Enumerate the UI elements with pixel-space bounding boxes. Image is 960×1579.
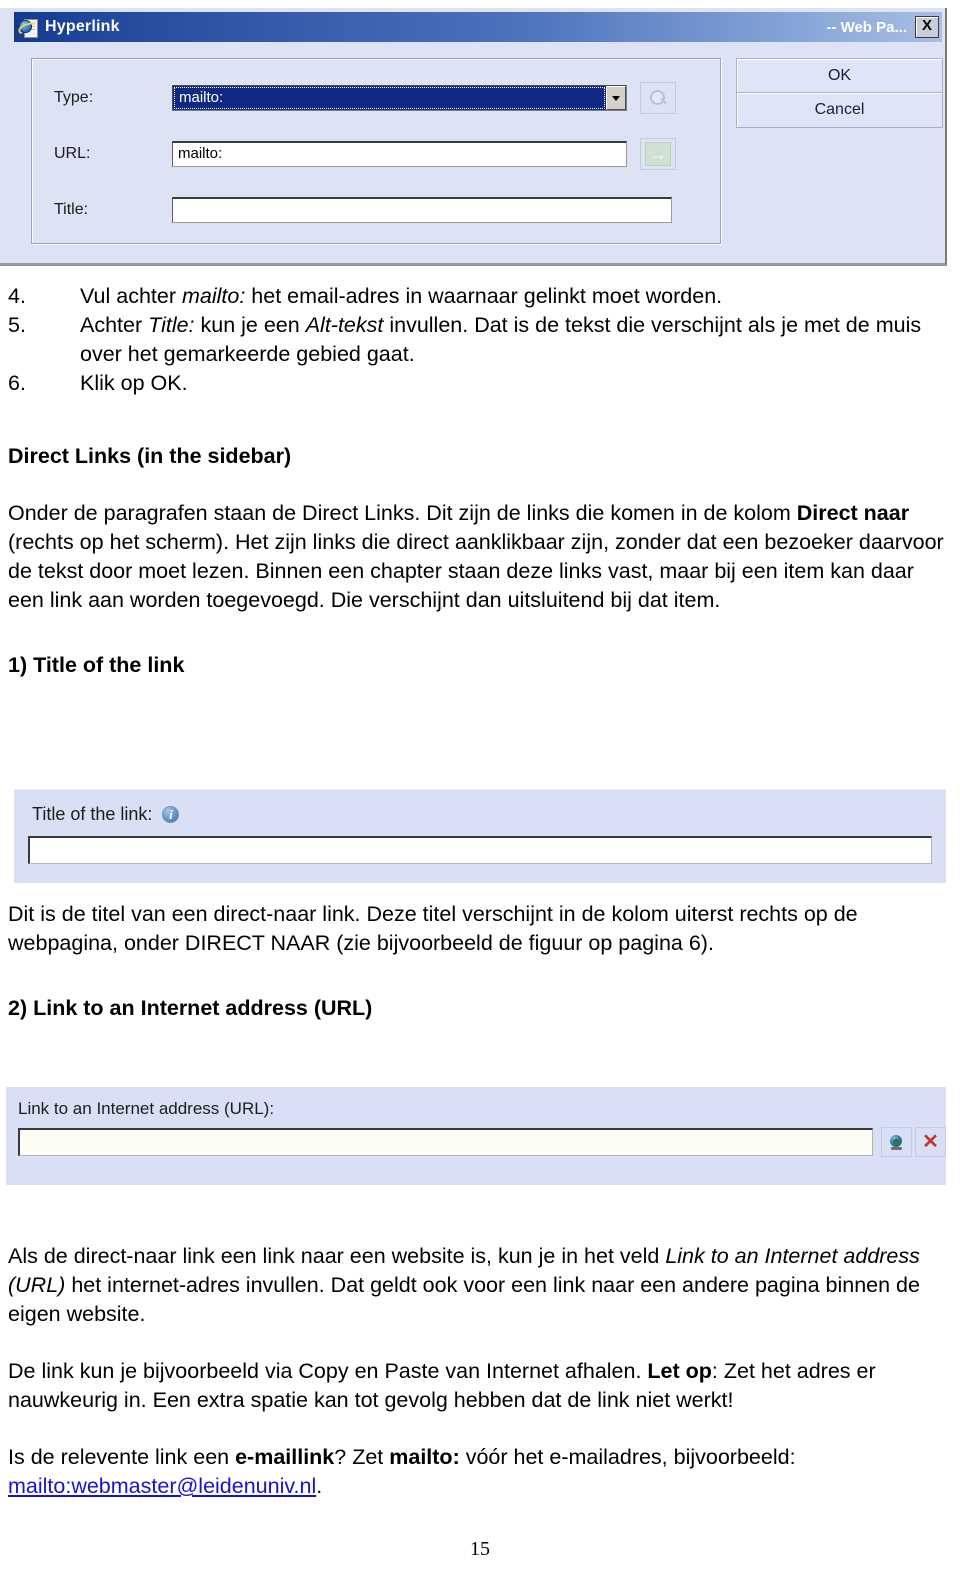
internet-explorer-page-icon xyxy=(16,18,41,38)
type-select[interactable]: mailto: xyxy=(172,85,627,111)
section-heading-internet-address: 2) Link to an Internet address (URL) xyxy=(8,996,373,1020)
list-item: 4. Vul achter mailto: het email-adres in… xyxy=(0,282,960,311)
paragraph-copy-paste: De link kun je bijvoorbeeld via Copy en … xyxy=(8,1359,876,1412)
dialog-title: Hyperlink xyxy=(45,18,120,35)
globe-browse-icon xyxy=(889,1134,904,1150)
section-heading-direct-links: Direct Links (in the sidebar) xyxy=(8,444,292,468)
step-number: 5. xyxy=(8,313,26,337)
title-of-link-label-group: Title of the link: i xyxy=(32,804,180,825)
go-url-button[interactable] xyxy=(640,138,676,170)
clear-x-icon: ✕ xyxy=(922,1131,939,1153)
page-number: 15 xyxy=(470,1538,490,1560)
dialog-body: Type: mailto: URL: mailto: → Title: OK C… xyxy=(14,42,943,261)
step-number: 6. xyxy=(8,371,26,395)
list-item: 5. Achter Title: kun je een Alt-tekst in… xyxy=(0,311,960,369)
chevron-down-icon[interactable] xyxy=(606,86,626,110)
title-of-link-label: Title of the link: xyxy=(32,804,153,824)
ok-button[interactable]: OK xyxy=(736,58,943,93)
document-body-2: Dit is de titel van een direct-naar link… xyxy=(0,900,960,1023)
hyperlink-dialog-screenshot: Hyperlink -- Web Pa... X Type: mailto: U… xyxy=(0,8,947,266)
url-field-row: URL: mailto: xyxy=(32,137,720,171)
step-text: Achter Title: kun je een Alt-tekst invul… xyxy=(80,313,922,366)
paragraph-email-link: Is de relevente link een e-maillink? Zet… xyxy=(8,1445,796,1498)
info-icon[interactable]: i xyxy=(162,806,180,823)
url-input[interactable]: mailto: xyxy=(172,141,627,167)
step-number: 4. xyxy=(8,284,26,308)
paragraph-internet-address: Als de direct-naar link een link naar ee… xyxy=(8,1244,920,1326)
title-label: Title: xyxy=(54,201,89,218)
close-icon[interactable]: X xyxy=(915,16,939,38)
browse-type-button[interactable] xyxy=(640,82,676,114)
search-icon xyxy=(649,89,667,107)
clear-url-button[interactable]: ✕ xyxy=(915,1127,946,1157)
email-link[interactable]: mailto:webmaster@leidenuniv.nl xyxy=(8,1474,316,1498)
go-arrow-icon xyxy=(645,142,671,166)
type-field-row: Type: mailto: xyxy=(32,81,720,115)
list-item: 6. Klik op OK. xyxy=(0,369,960,398)
dialog-button-column: OK Cancel xyxy=(736,58,943,128)
document-body: 4. Vul achter mailto: het email-adres in… xyxy=(0,282,960,680)
step-text: Vul achter mailto: het email-adres in wa… xyxy=(80,284,723,308)
document-body-3: Als de direct-naar link een link naar ee… xyxy=(0,1242,960,1501)
paragraph-title-of-link: Dit is de titel van een direct-naar link… xyxy=(8,902,858,955)
internet-address-input[interactable] xyxy=(18,1128,873,1156)
dialog-title-truncated: -- Web Pa... xyxy=(826,18,907,36)
type-select-value: mailto: xyxy=(173,86,606,110)
title-of-link-screenshot: Title of the link: i xyxy=(14,789,946,883)
cancel-button[interactable]: Cancel xyxy=(736,93,943,128)
title-of-link-input[interactable] xyxy=(28,836,932,864)
browse-website-button[interactable] xyxy=(881,1127,912,1157)
paragraph-direct-links: Onder de paragrafen staan de Direct Link… xyxy=(8,501,944,612)
dialog-fields-group: Type: mailto: URL: mailto: → Title: xyxy=(31,58,721,244)
internet-address-label: Link to an Internet address (URL): xyxy=(18,1099,275,1118)
internet-address-screenshot: Link to an Internet address (URL): ✕ xyxy=(6,1087,946,1185)
titlebar-right-group: -- Web Pa... X xyxy=(826,16,939,38)
url-label: URL: xyxy=(54,145,91,162)
title-input[interactable] xyxy=(172,197,672,223)
title-field-row: Title: xyxy=(32,193,720,227)
step-text: Klik op OK. xyxy=(80,371,188,395)
instruction-steps-list: 4. Vul achter mailto: het email-adres in… xyxy=(0,282,960,398)
type-label: Type: xyxy=(54,89,94,106)
dialog-titlebar: Hyperlink -- Web Pa... X xyxy=(14,12,942,42)
section-heading-title-of-link: 1) Title of the link xyxy=(8,653,185,677)
